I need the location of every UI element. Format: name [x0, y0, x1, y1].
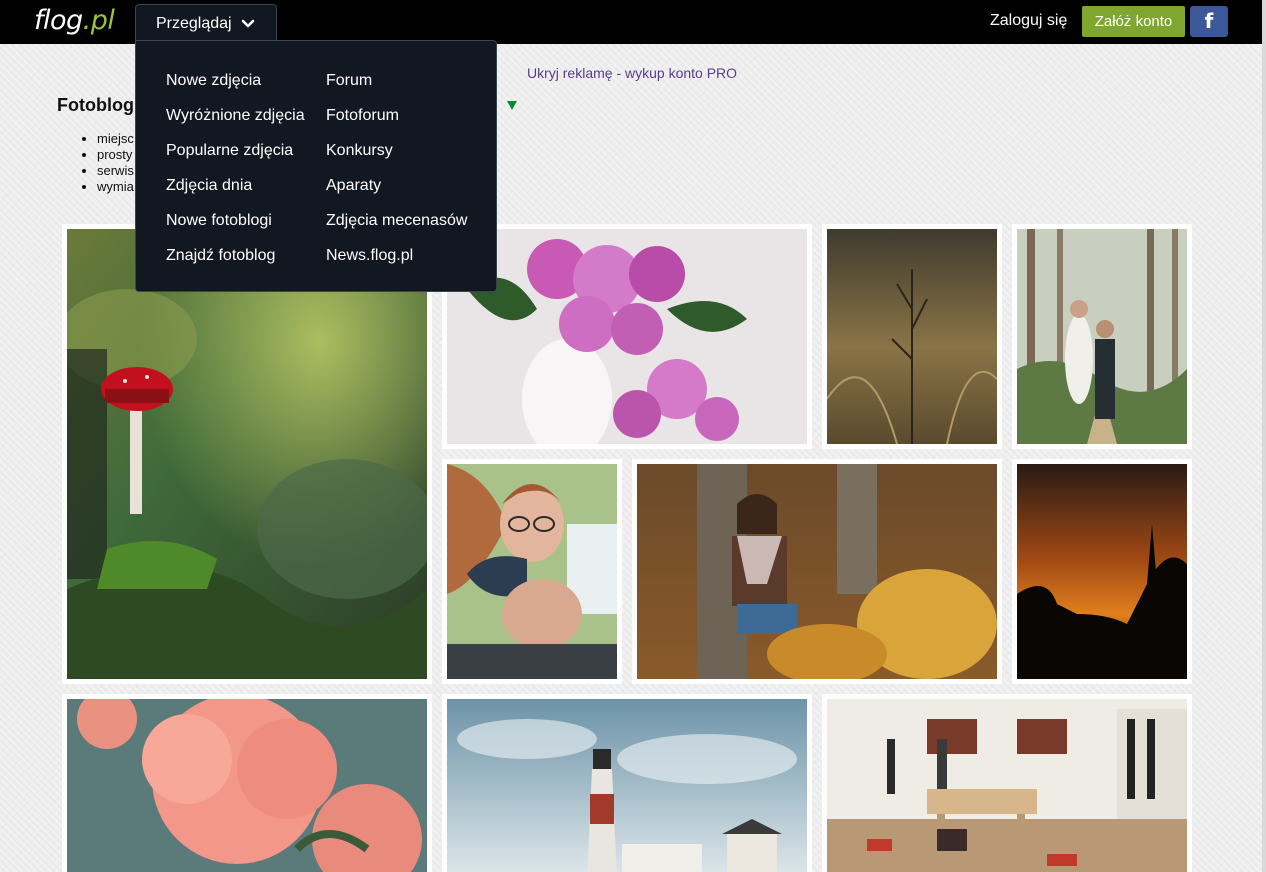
photo-image [447, 464, 617, 679]
photo-couple-portrait[interactable] [442, 459, 622, 684]
photo-image [447, 229, 807, 444]
photo-image [827, 229, 997, 444]
menu-item-news[interactable]: News.flog.pl [326, 245, 467, 280]
browse-menu-column-1: Nowe zdjęcia Wyróżnione zdjęcia Popularn… [166, 70, 305, 280]
menu-item-find-photoblog[interactable]: Znajdź fotoblog [166, 245, 305, 280]
photo-image [67, 699, 427, 872]
register-button[interactable]: Załóż konto [1082, 6, 1185, 37]
photo-couple-forest[interactable] [1012, 224, 1192, 449]
menu-item-photos-of-day[interactable]: Zdjęcia dnia [166, 175, 305, 210]
browse-menu-button[interactable]: Przeglądaj [135, 4, 277, 42]
top-navigation-bar: flog.pl Przeglądaj Zaloguj się Załóż kon… [0, 0, 1262, 44]
photo-war-room[interactable] [822, 694, 1192, 872]
intro-bullet: prosty [97, 147, 134, 163]
photo-hydrangea[interactable] [442, 224, 812, 449]
browse-dropdown-menu: Nowe zdjęcia Wyróżnione zdjęcia Popularn… [135, 40, 497, 292]
logo-text-pl: .pl [82, 5, 115, 36]
triangle-down-icon[interactable] [507, 101, 517, 110]
menu-item-new-photoblogs[interactable]: Nowe fotoblogi [166, 210, 305, 245]
browse-menu-column-2: Forum Fotoforum Konkursy Aparaty Zdjęcia… [326, 70, 467, 280]
intro-bullet-list: miejsc prosty serwis wymia [97, 131, 134, 195]
page-heading: Fotoblog [57, 95, 134, 115]
menu-item-new-photos[interactable]: Nowe zdjęcia [166, 70, 305, 105]
hide-ad-link[interactable]: Ukryj reklamę - wykup konto PRO [527, 65, 737, 81]
chevron-down-icon [241, 19, 255, 28]
logo-text-flog: flog [34, 5, 83, 36]
photo-sunset[interactable] [1012, 459, 1192, 684]
photo-lighthouse[interactable] [442, 694, 812, 872]
photo-dry-plant[interactable] [822, 224, 1002, 449]
photo-image [827, 699, 1187, 872]
intro-bullet: miejsc [97, 131, 134, 147]
photo-image [1017, 464, 1187, 679]
photo-mushroom[interactable] [62, 224, 432, 684]
menu-item-contests[interactable]: Konkursy [326, 140, 467, 175]
menu-item-popular-photos[interactable]: Popularne zdjęcia [166, 140, 305, 175]
site-logo[interactable]: flog.pl [34, 4, 115, 38]
menu-item-forum[interactable]: Forum [326, 70, 467, 105]
photo-carnation[interactable] [62, 694, 432, 872]
photo-woman-autumn[interactable] [632, 459, 1002, 684]
photo-image [447, 699, 807, 872]
scrollbar[interactable] [1262, 0, 1266, 872]
menu-item-patron-photos[interactable]: Zdjęcia mecenasów [326, 210, 467, 245]
photo-image [1017, 229, 1187, 444]
menu-item-featured-photos[interactable]: Wyróżnione zdjęcia [166, 105, 305, 140]
intro-bullet: serwis [97, 163, 134, 179]
browse-menu-label: Przeglądaj [156, 15, 232, 32]
intro-bullet: wymia [97, 179, 134, 195]
menu-item-cameras[interactable]: Aparaty [326, 175, 467, 210]
facebook-icon[interactable]: f [1190, 6, 1228, 37]
menu-item-photoforum[interactable]: Fotoforum [326, 105, 467, 140]
photo-image [67, 229, 427, 679]
photo-image [637, 464, 997, 679]
login-link[interactable]: Zaloguj się [990, 12, 1067, 30]
